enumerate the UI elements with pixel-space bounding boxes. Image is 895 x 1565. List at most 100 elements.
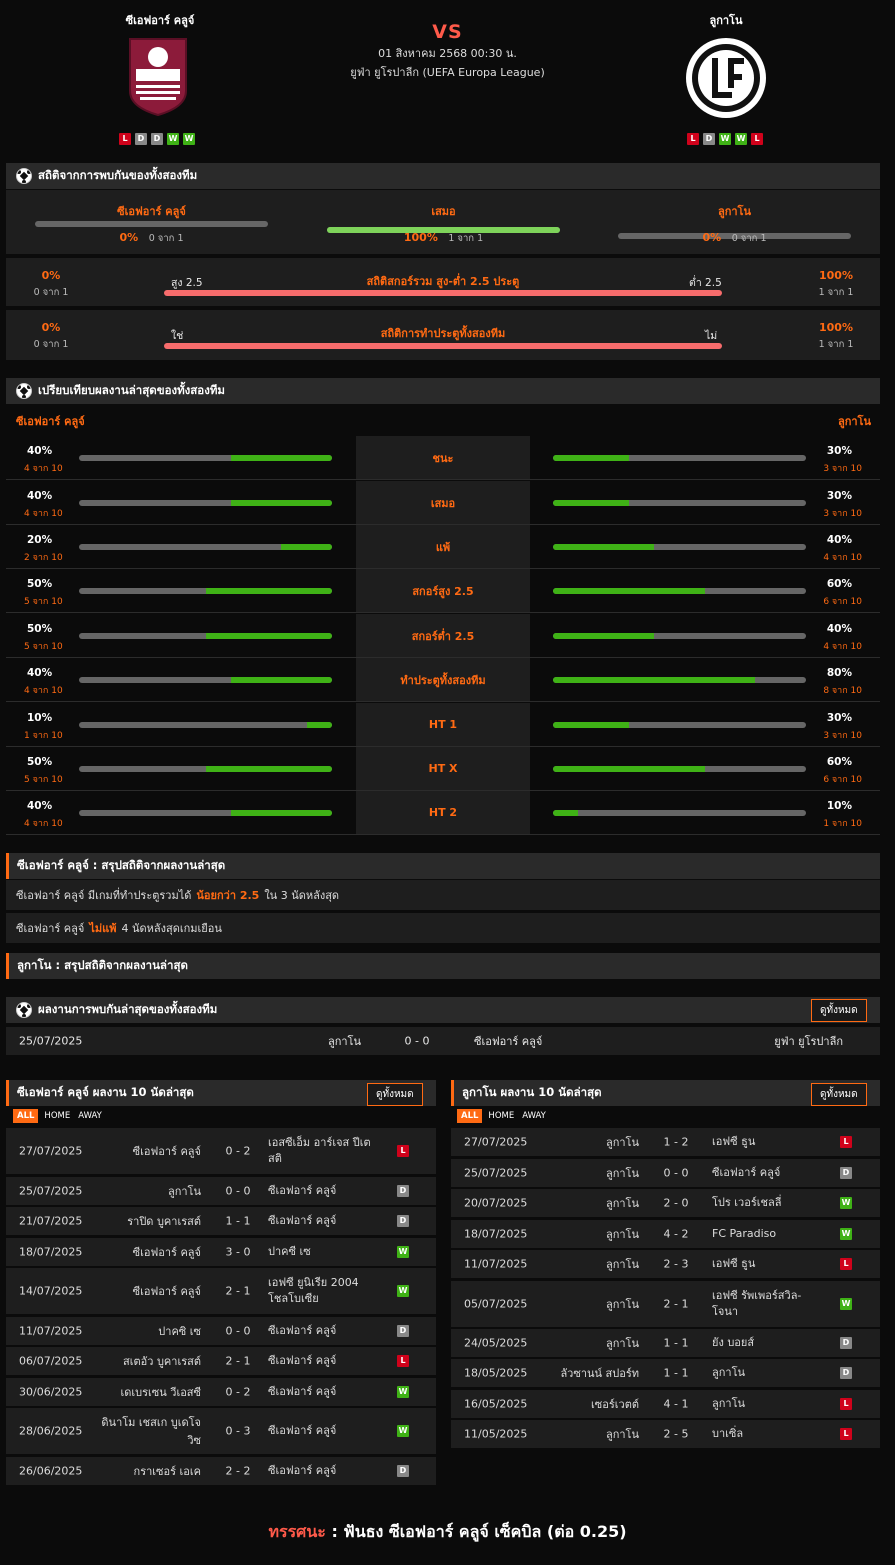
- compare-label: สกอร์ต่ำ 2.5: [356, 614, 530, 657]
- match-away-team[interactable]: โปร เวอร์เชลลี่: [712, 1195, 822, 1211]
- btts-title: สถิติการทำประตูทั้งสองทีม: [380, 327, 506, 340]
- form-badge: W: [735, 133, 747, 145]
- home-bar: [79, 588, 332, 594]
- match-home-team[interactable]: เซอร์เวตต์: [541, 1395, 639, 1413]
- match-home-team[interactable]: สเตอัว บูคาเรสต์: [96, 1352, 201, 1370]
- home-last10-tabs: ALL HOME AWAY: [13, 1109, 104, 1123]
- match-away-team[interactable]: ลูกาโน: [712, 1365, 822, 1381]
- match-away-team[interactable]: เอฟซี ยูนิเรีย 2004 โชลโบเซีย: [268, 1275, 378, 1307]
- match-home-team[interactable]: ลูกาโน: [541, 1334, 639, 1352]
- match-row[interactable]: 25/07/2025 ลูกาโน 0 - 0 ซีเอฟอาร์ คลูจ์ D: [6, 1177, 436, 1205]
- match-home-team[interactable]: ลูกาโน: [541, 1194, 639, 1212]
- match-row[interactable]: 14/07/2025 ซีเอฟอาร์ คลูจ์ 2 - 1 เอฟซี ยูนิ…: [6, 1268, 436, 1314]
- prediction-label: ทรรศนะ: [268, 1522, 326, 1541]
- match-row[interactable]: 18/05/2025 ลัวซานน์ สปอร์ท 1 - 1 ลูกาโน D: [451, 1359, 880, 1387]
- result-badge: L: [840, 1258, 852, 1270]
- match-row[interactable]: 28/06/2025 ดินาโม เชสเก บูเดโจวิซ 0 - 3 ซีเ…: [6, 1408, 436, 1454]
- ou-panel: 0% 0 จาก 1 สูง 2.5 สถิติสกอร์รวม สูง-ต่ำ…: [6, 258, 880, 306]
- tab-all[interactable]: ALL: [457, 1109, 483, 1123]
- match-home-team[interactable]: ซีเอฟอาร์ คลูจ์: [96, 1142, 201, 1160]
- away-bar: [553, 722, 806, 728]
- match-home-team[interactable]: ราปิด บูคาเรสต์: [96, 1212, 201, 1230]
- match-away-team[interactable]: บาเซิ่ล: [712, 1426, 822, 1442]
- tab-all[interactable]: ALL: [13, 1109, 39, 1123]
- match-datetime: 01 สิงหาคม 2568 00:30 น.: [378, 47, 517, 60]
- away-pct: 80%: [826, 667, 852, 679]
- match-away-team[interactable]: ซีเอฟอาร์ คลูจ์: [268, 1213, 378, 1229]
- match-home-team[interactable]: ลูกาโน: [261, 1032, 361, 1050]
- match-home-team[interactable]: ลูกาโน: [96, 1182, 201, 1200]
- match-row[interactable]: 21/07/2025 ราปิด บูคาเรสต์ 1 - 1 ซีเอฟอาร์ …: [6, 1207, 436, 1235]
- match-away-team[interactable]: ลูกาโน: [712, 1396, 822, 1412]
- match-away-team[interactable]: ซีเอฟอาร์ คลูจ์: [268, 1323, 378, 1339]
- match-date: 27/07/2025: [19, 1144, 83, 1158]
- match-home-team[interactable]: ซีเอฟอาร์ คลูจ์: [96, 1243, 201, 1261]
- match-away-team[interactable]: ปาคซี เซ: [268, 1244, 378, 1260]
- match-home-team[interactable]: ลูกาโน: [541, 1255, 639, 1273]
- match-away-team[interactable]: ซีเอฟอาร์ คลูจ์: [474, 1032, 542, 1050]
- match-home-team[interactable]: ลูกาโน: [541, 1164, 639, 1182]
- tab-home[interactable]: HOME: [486, 1109, 516, 1123]
- away-last10-tabs: ALL HOME AWAY: [457, 1109, 548, 1123]
- btts-left-pct: 0%: [41, 321, 61, 334]
- ou-right-sub: 1 จาก 1: [818, 287, 854, 298]
- match-date: 21/07/2025: [19, 1214, 83, 1228]
- match-away-team[interactable]: ซีเอฟอาร์ คลูจ์: [268, 1183, 378, 1199]
- match-away-team[interactable]: ซีเอฟอาร์ คลูจ์: [268, 1384, 378, 1400]
- match-home-team[interactable]: ลูกาโน: [541, 1225, 639, 1243]
- match-home-team[interactable]: ลูกาโน: [541, 1425, 639, 1443]
- match-home-team[interactable]: ปาคซิ เซ: [96, 1322, 201, 1340]
- away-last10-view-all-button[interactable]: ดูทั้งหมด: [811, 1083, 867, 1106]
- match-away-team[interactable]: เอสซีเอ็ม อาร์เจส ปีเตสติ: [268, 1135, 378, 1167]
- match-home-team[interactable]: ลัวซานน์ สปอร์ท: [541, 1364, 639, 1382]
- form-badge: D: [151, 133, 163, 145]
- match-row[interactable]: 27/07/2025 ซีเอฟอาร์ คลูจ์ 0 - 2 เอสซีเอ็ม …: [6, 1128, 436, 1174]
- recent-h2h-row[interactable]: 25/07/2025 ลูกาโน 0 - 0 ซีเอฟอาร์ คลูจ์ …: [6, 1027, 880, 1055]
- match-score: 2 - 1: [225, 1354, 251, 1368]
- match-date: 28/06/2025: [19, 1424, 83, 1438]
- away-team-name[interactable]: ลูกาโน: [626, 11, 826, 29]
- match-away-team[interactable]: ซีเอฟอาร์ คลูจ์: [268, 1423, 378, 1439]
- match-row[interactable]: 16/05/2025 เซอร์เวตต์ 4 - 1 ลูกาโน L: [451, 1390, 880, 1418]
- tab-away[interactable]: AWAY: [520, 1109, 548, 1123]
- match-row[interactable]: 11/05/2025 ลูกาโน 2 - 5 บาเซิ่ล L: [451, 1420, 880, 1448]
- match-away-team[interactable]: เอฟซี ธูน: [712, 1134, 822, 1150]
- match-row[interactable]: 27/07/2025 ลูกาโน 1 - 2 เอฟซี ธูน L: [451, 1128, 880, 1156]
- match-row[interactable]: 25/07/2025 ลูกาโน 0 - 0 ซีเอฟอาร์ คลูจ์ D: [451, 1159, 880, 1187]
- match-row[interactable]: 05/07/2025 ลูกาโน 2 - 1 เอฟซี รัพเพอร์สวิล-…: [451, 1281, 880, 1327]
- match-away-team[interactable]: ซีเอฟอาร์ คลูจ์: [268, 1353, 378, 1369]
- match-home-team[interactable]: ลูกาโน: [541, 1295, 639, 1313]
- match-row[interactable]: 30/06/2025 เดเบรเซน วีเอสซี 0 - 2 ซีเอฟอาร์…: [6, 1378, 436, 1406]
- match-row[interactable]: 18/07/2025 ลูกาโน 4 - 2 FC Paradiso W: [451, 1220, 880, 1248]
- match-home-team[interactable]: กราเซอร์ เอเค: [96, 1462, 201, 1480]
- match-away-team[interactable]: FC Paradiso: [712, 1226, 822, 1242]
- match-row[interactable]: 24/05/2025 ลูกาโน 1 - 1 ยัง บอยส์ D: [451, 1329, 880, 1357]
- match-row[interactable]: 11/07/2025 ลูกาโน 2 - 3 เอฟซี ธูน L: [451, 1250, 880, 1278]
- match-away-team[interactable]: เอฟซี ธูน: [712, 1256, 822, 1272]
- match-row[interactable]: 18/07/2025 ซีเอฟอาร์ คลูจ์ 3 - 0 ปาคซี เซ W: [6, 1238, 436, 1266]
- summary-text: ใน 3 นัดหลังสุด: [264, 889, 340, 902]
- match-home-team[interactable]: ลูกาโน: [541, 1133, 639, 1151]
- btts-panel: 0% 0 จาก 1 ใช่ สถิติการทำประตูทั้งสองทีม…: [6, 310, 880, 360]
- tab-home[interactable]: HOME: [42, 1109, 72, 1123]
- match-away-team[interactable]: ซีเอฟอาร์ คลูจ์: [268, 1463, 378, 1479]
- ou-bar: [164, 290, 722, 296]
- match-home-team[interactable]: เดเบรเซน วีเอสซี: [96, 1383, 201, 1401]
- match-row[interactable]: 26/06/2025 กราเซอร์ เอเค 2 - 2 ซีเอฟอาร์ คล…: [6, 1457, 436, 1485]
- home-team-crest[interactable]: [126, 35, 190, 117]
- match-row[interactable]: 06/07/2025 สเตอัว บูคาเรสต์ 2 - 1 ซีเอฟอาร์…: [6, 1347, 436, 1375]
- match-row[interactable]: 11/07/2025 ปาคซิ เซ 0 - 0 ซีเอฟอาร์ คลูจ์ D: [6, 1317, 436, 1345]
- result-badge: D: [397, 1325, 409, 1337]
- match-home-team[interactable]: ซีเอฟอาร์ คลูจ์: [96, 1282, 201, 1300]
- match-away-team[interactable]: ยัง บอยส์: [712, 1335, 822, 1351]
- match-row[interactable]: 20/07/2025 ลูกาโน 2 - 0 โปร เวอร์เชลลี่ W: [451, 1189, 880, 1217]
- match-score: 2 - 1: [225, 1284, 251, 1298]
- home-last10-view-all-button[interactable]: ดูทั้งหมด: [367, 1083, 423, 1106]
- away-team-crest[interactable]: [684, 36, 768, 120]
- match-away-team[interactable]: ซีเอฟอาร์ คลูจ์: [712, 1165, 822, 1181]
- match-away-team[interactable]: เอฟซี รัพเพอร์สวิล-โจนา: [712, 1288, 822, 1320]
- recent-h2h-view-all-button[interactable]: ดูทั้งหมด: [811, 999, 867, 1022]
- tab-away[interactable]: AWAY: [76, 1109, 104, 1123]
- compare-title: เปรียบเทียบผลงานล่าสุดของทั้งสองทีม: [38, 383, 225, 397]
- match-home-team[interactable]: ดินาโม เชสเก บูเดโจวิซ: [96, 1413, 201, 1449]
